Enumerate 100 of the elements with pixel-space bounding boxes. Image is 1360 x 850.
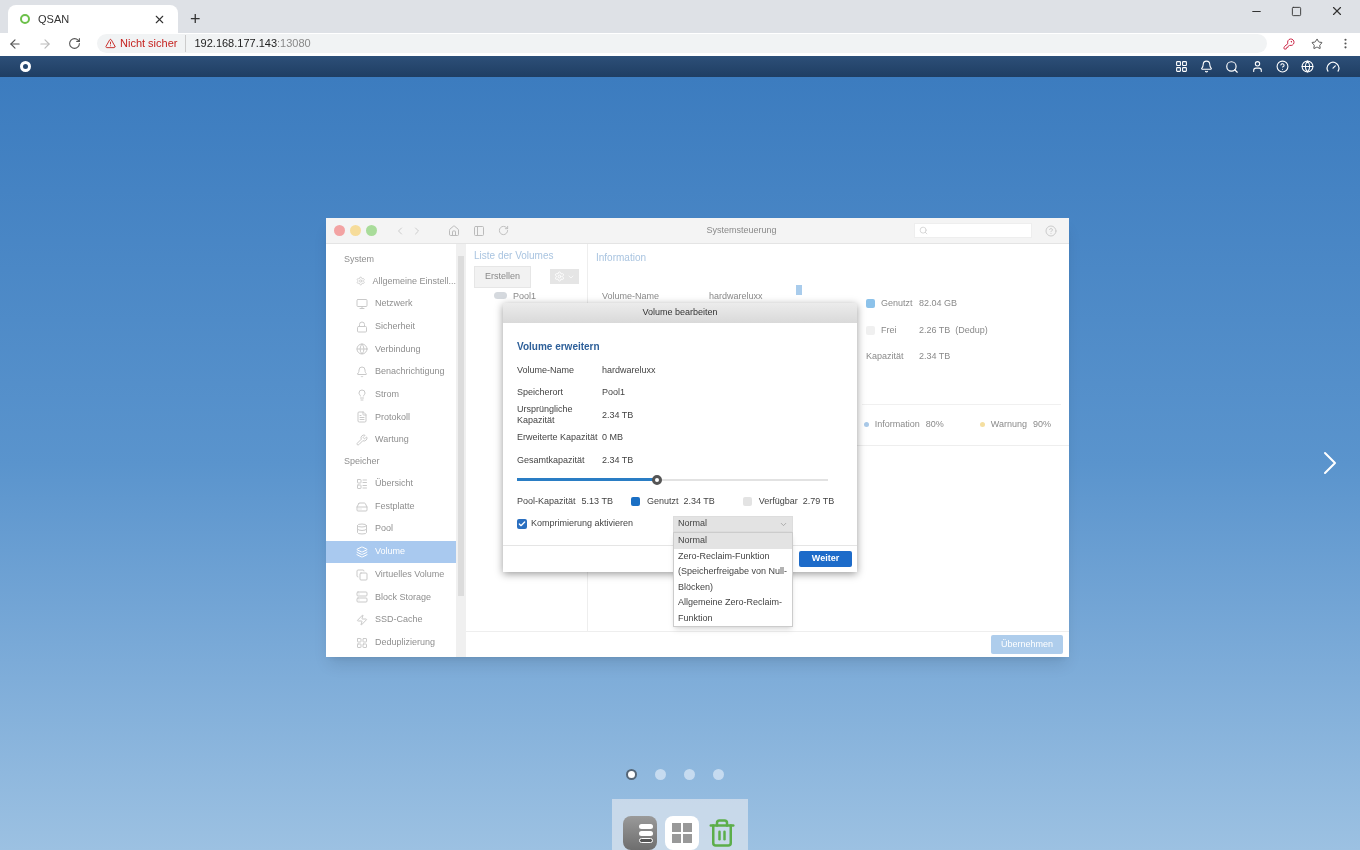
wrench-icon [356, 434, 368, 447]
create-button[interactable]: Erstellen [474, 266, 531, 288]
threshold-value: 80% [925, 417, 944, 431]
bell-icon [356, 366, 368, 379]
search-icon [919, 226, 928, 235]
url-text: 192.168.177.143:13080 [193, 36, 311, 52]
pool-label: Pool-Kapazität [517, 494, 576, 508]
copy-icon [356, 568, 368, 581]
sidebar-item[interactable]: Benachrichtigung [326, 360, 456, 384]
legend-value: 2.34 TB [683, 494, 715, 508]
field-value: hardwareluxx [709, 290, 763, 303]
compression-checkbox[interactable] [517, 519, 527, 529]
sidebar-item[interactable]: Strom [326, 383, 456, 407]
apps-grid-icon[interactable] [665, 816, 699, 850]
stack-icon [356, 545, 368, 558]
logo-icon[interactable] [20, 61, 31, 72]
field-value: 2.34 TB [602, 453, 634, 467]
legend-label: Genutzt [881, 297, 914, 310]
search-field[interactable] [914, 223, 1032, 238]
field-label: Ursprüngliche Kapazität [517, 404, 574, 427]
capacity-label: Kapazität [866, 350, 905, 363]
sidebar-item[interactable]: SSD-Cache [326, 608, 456, 632]
field-value: 0 MB [602, 431, 623, 444]
gear-icon [356, 275, 366, 288]
back-icon[interactable] [8, 36, 22, 51]
dashboard-icon[interactable] [1326, 59, 1340, 74]
document-icon [356, 411, 368, 424]
threshold-value: 90% [1033, 417, 1051, 431]
checkbox-label: Komprimierung aktivieren [531, 517, 635, 531]
server-icon [356, 591, 368, 604]
sidebar-item[interactable]: Wartung [326, 428, 456, 452]
dropdown-option[interactable]: Normal [674, 533, 792, 549]
field-value: 2.34 TB [602, 408, 634, 422]
group-header[interactable]: Speicher [326, 451, 456, 473]
capacity-value: 2.34 TB [919, 350, 951, 363]
pool-value: 5.13 TB [581, 494, 613, 508]
sidebar-item[interactable]: Übersicht [326, 472, 456, 496]
tab-title: QSAN [38, 11, 71, 27]
sidebar-item[interactable]: Virtuelles Volume [326, 563, 456, 586]
site-icon [20, 14, 30, 24]
capacity-slider[interactable] [517, 473, 828, 486]
bell-icon[interactable] [1200, 60, 1213, 73]
compression-select[interactable]: Normal [673, 516, 793, 532]
globe-icon[interactable] [1301, 60, 1314, 73]
dialog-title: Volume bearbeiten [503, 303, 857, 323]
legend-value: 82.04 GB [919, 297, 958, 310]
sidebar-item[interactable]: Sicherheit [326, 315, 456, 339]
sidebar-item[interactable]: Netzwerk [326, 292, 456, 316]
security-label: Nicht sicher [120, 35, 187, 52]
legend-label: Frei [881, 323, 898, 337]
tree-item[interactable]: Pool1 [474, 290, 579, 301]
reload-icon[interactable] [68, 37, 81, 50]
legend-label: Verfügbar [758, 494, 798, 508]
scrollbar[interactable] [456, 244, 466, 657]
group-header[interactable]: System [326, 249, 456, 270]
field-value: Pool1 [602, 386, 626, 399]
sidebar-item[interactable]: Verbindung [326, 338, 456, 361]
browser-tab[interactable]: QSAN [8, 5, 178, 33]
check-icon [518, 520, 526, 528]
field-label: Erweiterte Kapazität [517, 432, 599, 444]
lock-icon [356, 320, 368, 333]
user-icon[interactable] [1251, 60, 1264, 73]
sidebar-toggle-icon[interactable] [473, 224, 485, 237]
lightning-icon [356, 613, 368, 626]
search-icon[interactable] [1225, 59, 1239, 74]
close-icon[interactable] [1330, 4, 1344, 18]
sidebar-item[interactable]: Allgemeine Einstell... [326, 270, 456, 293]
legend-label: Genutzt [646, 494, 679, 508]
window-title: Systemsteuerung [705, 223, 778, 237]
field-label: Volume-Name [601, 290, 661, 303]
sidebar-item[interactable]: Protokoll [326, 406, 456, 429]
sidebar-item[interactable]: Block Storage [326, 585, 456, 609]
address-field[interactable]: Nicht sicher 192.168.177.143:13080 [97, 34, 1267, 53]
maximize-icon[interactable] [1291, 5, 1302, 17]
sidebar-item[interactable]: Festplatte [326, 495, 456, 518]
hard-drive-icon [356, 500, 368, 513]
panel-title: Information [596, 251, 648, 265]
list-icon [356, 477, 368, 490]
dropdown-option[interactable]: Zero-Reclaim-Funktion (Speicherfreigabe von Null-Blöcken) [674, 548, 792, 595]
next-button[interactable]: Weiter [799, 551, 852, 567]
globe-icon [356, 343, 368, 356]
panel-title: Liste der Volumes [474, 249, 555, 263]
settings-app-icon[interactable] [623, 816, 657, 850]
grid-icon[interactable] [1175, 60, 1188, 73]
new-tab-button[interactable]: + [190, 10, 201, 28]
slider-thumb[interactable] [651, 474, 662, 485]
key-icon[interactable] [1283, 37, 1295, 50]
warning-icon [105, 38, 116, 49]
sidebar-item[interactable]: Deduplizierung [326, 631, 456, 654]
dropdown-option[interactable]: Allgemeine Zero-Reclaim-Funktion [674, 595, 792, 626]
field-label: Speicherort [517, 387, 565, 399]
sidebar-item[interactable]: Pool [326, 517, 456, 541]
threshold-label: Warnung [990, 417, 1027, 431]
field-label: Gesamtkapazität [517, 454, 586, 466]
grid-icon [356, 636, 368, 649]
lightbulb-icon [356, 388, 368, 401]
field-label: Volume-Name [517, 364, 576, 376]
monitor-icon [356, 298, 368, 311]
star-icon[interactable] [1311, 37, 1323, 50]
section-title: Volume erweitern [517, 340, 601, 354]
